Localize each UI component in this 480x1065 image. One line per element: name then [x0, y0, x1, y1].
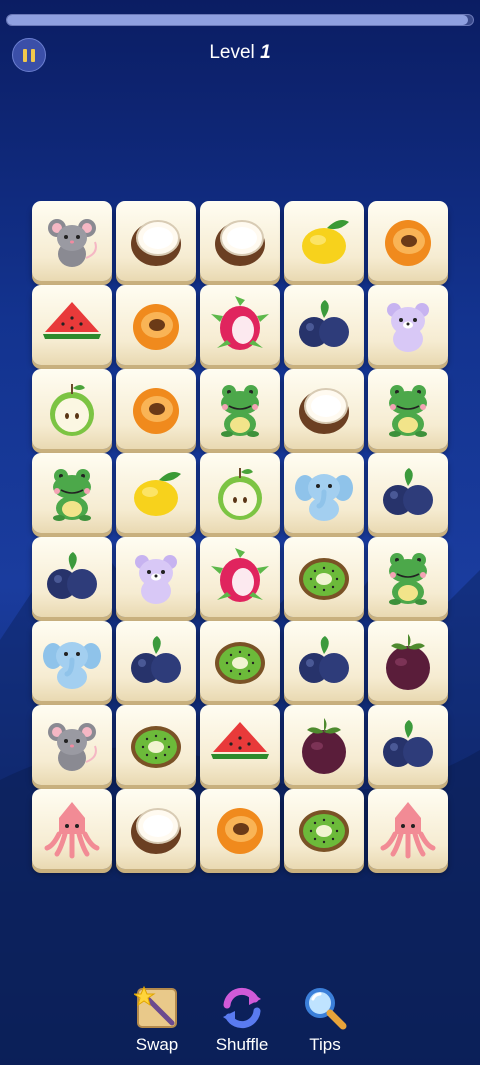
- apricot-icon: [385, 220, 431, 266]
- apple-icon: [218, 468, 262, 520]
- tile-mouse[interactable]: [32, 705, 112, 785]
- tile-apple[interactable]: [200, 453, 280, 533]
- bear-icon: [135, 555, 177, 604]
- coconut-icon: [299, 388, 349, 434]
- tile-elephant[interactable]: [32, 621, 112, 701]
- shuffle-arrows-icon: [223, 987, 261, 1029]
- coconut-icon: [131, 808, 181, 854]
- tile-squid[interactable]: [32, 789, 112, 869]
- tile-frog[interactable]: [200, 369, 280, 449]
- tile-mangosteen[interactable]: [284, 705, 364, 785]
- lemon-icon: [302, 220, 349, 264]
- blueberry-icon: [47, 552, 97, 599]
- dragonfruit-icon: [211, 296, 269, 350]
- tile-apricot[interactable]: [368, 201, 448, 281]
- tile-coconut[interactable]: [200, 201, 280, 281]
- mouse-icon: [48, 219, 97, 267]
- tile-blueberry[interactable]: [32, 537, 112, 617]
- tile-bear[interactable]: [368, 285, 448, 365]
- elephant-icon: [43, 642, 101, 689]
- tile-blueberry[interactable]: [368, 705, 448, 785]
- tile-mouse[interactable]: [32, 201, 112, 281]
- power-up-toolbar: Swap Shuffle Tips: [0, 985, 480, 1055]
- tile-kiwi[interactable]: [116, 705, 196, 785]
- elephant-icon: [295, 474, 353, 521]
- tile-bear[interactable]: [116, 537, 196, 617]
- mangosteen-icon: [386, 634, 430, 690]
- tile-kiwi[interactable]: [200, 621, 280, 701]
- tile-lemon[interactable]: [284, 201, 364, 281]
- mangosteen-icon: [302, 718, 346, 774]
- tile-lemon[interactable]: [116, 453, 196, 533]
- level-number: 1: [260, 42, 271, 63]
- tile-mangosteen[interactable]: [368, 621, 448, 701]
- tile-coconut[interactable]: [116, 789, 196, 869]
- tile-frog[interactable]: [368, 369, 448, 449]
- tile-apple[interactable]: [32, 369, 112, 449]
- tile-coconut[interactable]: [116, 201, 196, 281]
- tile-blueberry[interactable]: [284, 285, 364, 365]
- shuffle-button[interactable]: Shuffle: [202, 985, 282, 1055]
- squid-icon: [44, 802, 100, 859]
- kiwi-icon: [131, 726, 181, 768]
- tile-dragonfruit[interactable]: [200, 285, 280, 365]
- squid-icon: [380, 802, 436, 859]
- dragonfruit-icon: [211, 548, 269, 602]
- coconut-icon: [215, 220, 265, 266]
- level-progress-bar: [6, 14, 474, 26]
- level-progress-fill: [7, 15, 469, 25]
- mouse-icon: [48, 723, 97, 771]
- level-label: Level: [209, 42, 255, 63]
- frog-icon: [389, 385, 427, 437]
- blueberry-icon: [299, 300, 349, 347]
- blueberry-icon: [131, 636, 181, 683]
- kiwi-icon: [299, 810, 349, 852]
- apricot-icon: [217, 808, 263, 854]
- tile-frog[interactable]: [368, 537, 448, 617]
- blueberry-icon: [383, 468, 433, 515]
- bear-icon: [387, 303, 429, 352]
- magic-wand-icon: [134, 985, 177, 1028]
- tile-watermelon[interactable]: [200, 705, 280, 785]
- tile-kiwi[interactable]: [284, 789, 364, 869]
- watermelon-icon: [211, 722, 269, 759]
- tile-coconut[interactable]: [284, 369, 364, 449]
- tile-kiwi[interactable]: [284, 537, 364, 617]
- coconut-icon: [131, 220, 181, 266]
- tile-blueberry[interactable]: [116, 621, 196, 701]
- apple-icon: [50, 384, 94, 436]
- kiwi-icon: [215, 642, 265, 684]
- tile-apricot[interactable]: [116, 285, 196, 365]
- blueberry-icon: [383, 720, 433, 767]
- apricot-icon: [133, 304, 179, 350]
- tile-blueberry[interactable]: [368, 453, 448, 533]
- tile-apricot[interactable]: [116, 369, 196, 449]
- tile-board: [32, 201, 452, 869]
- swap-button[interactable]: Swap: [117, 985, 197, 1055]
- blueberry-icon: [299, 636, 349, 683]
- tips-label: Tips: [309, 1035, 341, 1054]
- frog-icon: [221, 385, 259, 437]
- apricot-icon: [133, 388, 179, 434]
- tile-elephant[interactable]: [284, 453, 364, 533]
- frog-icon: [53, 469, 91, 521]
- watermelon-icon: [43, 302, 101, 339]
- kiwi-icon: [299, 558, 349, 600]
- level-indicator: Level 1: [0, 42, 480, 64]
- tile-frog[interactable]: [32, 453, 112, 533]
- tile-squid[interactable]: [368, 789, 448, 869]
- tips-button[interactable]: Tips: [285, 985, 365, 1055]
- shuffle-label: Shuffle: [215, 1035, 269, 1054]
- tile-dragonfruit[interactable]: [200, 537, 280, 617]
- tile-watermelon[interactable]: [32, 285, 112, 365]
- magnifier-icon: [305, 988, 347, 1030]
- swap-label: Swap: [135, 1035, 179, 1054]
- frog-icon: [389, 553, 427, 605]
- tile-blueberry[interactable]: [284, 621, 364, 701]
- lemon-icon: [134, 472, 181, 516]
- tile-apricot[interactable]: [200, 789, 280, 869]
